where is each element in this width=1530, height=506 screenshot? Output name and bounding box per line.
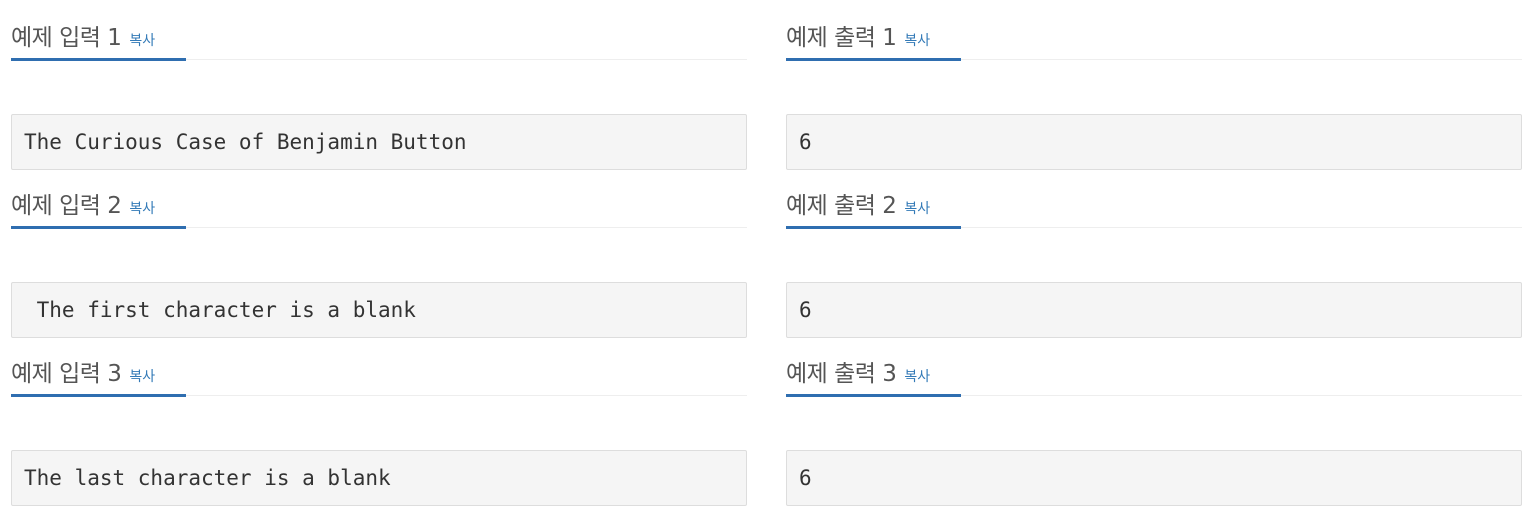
headline-accent-underline [11,394,186,397]
sample-output-1: 예제 출력 1 복사 6 [786,0,1522,170]
copy-output-2-link[interactable]: 복사 [904,201,930,217]
sample-output-2: 예제 출력 2 복사 6 [786,168,1522,338]
sample-input-3-headline: 예제 입력 3 복사 [11,336,747,398]
sample-output-3-title: 예제 출력 3 [786,361,897,387]
sample-input-3-text[interactable]: The last character is a blank [11,450,747,506]
sample-output-1-text[interactable]: 6 [786,114,1522,170]
sample-input-2-title: 예제 입력 2 [11,193,122,219]
sample-output-3-headline: 예제 출력 3 복사 [786,336,1522,398]
sample-output-2-title: 예제 출력 2 [786,193,897,219]
headline-accent-underline [786,58,961,61]
sample-input-2-headline: 예제 입력 2 복사 [11,168,747,230]
copy-input-2-link[interactable]: 복사 [129,201,155,217]
sample-input-2: 예제 입력 2 복사 The first character is a blank [11,168,747,338]
sample-input-3: 예제 입력 3 복사 The last character is a blank [11,336,747,506]
sample-input-1-text[interactable]: The Curious Case of Benjamin Button [11,114,747,170]
sample-input-1: 예제 입력 1 복사 The Curious Case of Benjamin B… [11,0,747,170]
sample-input-1-title: 예제 입력 1 [11,25,122,51]
sample-input-2-text[interactable]: The first character is a blank [11,282,747,338]
sample-output-3: 예제 출력 3 복사 6 [786,336,1522,506]
copy-input-3-link[interactable]: 복사 [129,369,155,385]
sample-input-1-headline: 예제 입력 1 복사 [11,0,747,62]
sample-output-3-text[interactable]: 6 [786,450,1522,506]
headline-accent-underline [786,226,961,229]
sample-input-3-title: 예제 입력 3 [11,361,122,387]
sample-output-1-title: 예제 출력 1 [786,25,897,51]
copy-output-1-link[interactable]: 복사 [904,33,930,49]
sample-output-1-headline: 예제 출력 1 복사 [786,0,1522,62]
headline-accent-underline [786,394,961,397]
copy-output-3-link[interactable]: 복사 [904,369,930,385]
headline-accent-underline [11,226,186,229]
sample-output-2-headline: 예제 출력 2 복사 [786,168,1522,230]
headline-accent-underline [11,58,186,61]
sample-output-2-text[interactable]: 6 [786,282,1522,338]
copy-input-1-link[interactable]: 복사 [129,33,155,49]
